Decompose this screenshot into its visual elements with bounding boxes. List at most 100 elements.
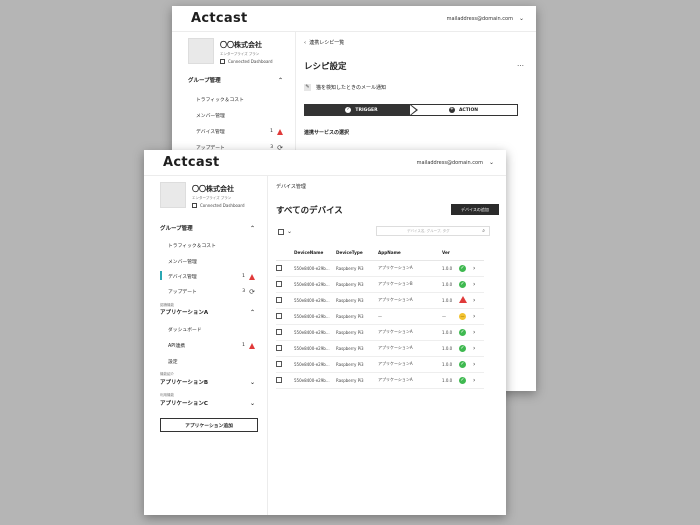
org-plan: エンタープライズ プラン bbox=[220, 52, 260, 56]
col-action bbox=[473, 245, 484, 261]
chevron-down-icon[interactable]: ⌄ bbox=[287, 228, 292, 235]
row-checkbox[interactable] bbox=[276, 264, 282, 271]
row-checkbox[interactable] bbox=[276, 360, 282, 367]
status-cell: ✓ bbox=[459, 356, 473, 373]
group-management-header[interactable]: グループ管理 ⌃ bbox=[188, 76, 283, 85]
recipe-name-label: 猫を検知したときのメール通知 bbox=[316, 85, 387, 91]
app-a-header[interactable]: アプリケーションA ⌃ bbox=[160, 308, 255, 317]
version-cell: — bbox=[442, 308, 459, 325]
connected-dashboard-link[interactable]: Connected Dashboard bbox=[220, 59, 273, 64]
row-checkbox[interactable] bbox=[276, 344, 282, 351]
row-checkbox[interactable] bbox=[276, 296, 282, 303]
row-checkbox[interactable] bbox=[276, 328, 282, 335]
status-cell: ✓ bbox=[459, 324, 473, 341]
breadcrumb[interactable]: ‹ 連携レシピ一覧 bbox=[304, 39, 344, 46]
sidebar-item-dashboard[interactable]: ダッシュボード bbox=[168, 326, 255, 333]
checkbox-cell bbox=[276, 324, 294, 341]
alert-count: 1 bbox=[242, 343, 245, 348]
chevron-down-icon: ⌄ bbox=[518, 15, 524, 22]
device-management-window: Actcast mailaddress@domain.com ⌄ 〇〇株式会社 … bbox=[144, 150, 506, 515]
chevron-right-icon[interactable]: › bbox=[473, 345, 475, 352]
actcast-logo[interactable]: Actcast bbox=[163, 155, 220, 170]
select-all-checkbox[interactable] bbox=[278, 228, 284, 235]
sidebar-item-traffic[interactable]: トラフィック＆コスト bbox=[168, 242, 255, 249]
search-icon[interactable]: ⌕ bbox=[482, 228, 485, 234]
table-row[interactable]: 550e8400-e29b... Raspberry Pi3 アプリケーションA 1.… bbox=[276, 324, 484, 341]
checkbox-cell bbox=[276, 260, 294, 277]
user-menu[interactable]: mailaddress@domain.com ⌄ bbox=[417, 159, 494, 166]
chevron-right-icon[interactable]: › bbox=[473, 377, 475, 384]
chevron-right-icon[interactable]: › bbox=[473, 361, 475, 368]
row-checkbox[interactable] bbox=[276, 312, 282, 319]
table-row[interactable]: 550e8400-e29b... Raspberry Pi3 アプリケーションA 1.… bbox=[276, 260, 484, 277]
row-checkbox[interactable] bbox=[276, 280, 282, 287]
table-row[interactable]: 550e8400-e29b... Raspberry Pi3 アプリケーションA 1.… bbox=[276, 356, 484, 373]
sidebar-item-api[interactable]: API連携 1 bbox=[168, 342, 255, 349]
status-ok-icon: ✓ bbox=[459, 344, 466, 352]
connected-dashboard-link[interactable]: Connected Dashboard bbox=[192, 203, 245, 208]
user-menu[interactable]: mailaddress@domain.com ⌄ bbox=[447, 15, 524, 22]
status-ok-icon: ✓ bbox=[459, 360, 466, 368]
device-type-cell: Raspberry Pi3 bbox=[336, 372, 378, 389]
device-type-cell: Raspberry Pi3 bbox=[336, 276, 378, 293]
status-ok-icon: ✓ bbox=[459, 376, 466, 384]
chevron-right-icon[interactable]: › bbox=[473, 281, 475, 288]
table-row[interactable]: 550e8400-e29b... Raspberry Pi3— — — › bbox=[276, 308, 484, 325]
sidebar-item-members[interactable]: メンバー管理 bbox=[168, 258, 255, 265]
col-app-name[interactable]: AppName bbox=[378, 245, 442, 261]
app-a-name: アプリケーションA bbox=[160, 310, 209, 316]
alert-triangle-icon bbox=[249, 273, 255, 280]
org-name: 〇〇株式会社 bbox=[220, 41, 262, 49]
org-plan: エンタープライズ プラン bbox=[192, 196, 232, 200]
app-name-cell: アプリケーションA bbox=[378, 356, 442, 373]
table-row[interactable]: 550e8400-e29b... Raspberry Pi3 アプリケーションA 1.… bbox=[276, 372, 484, 389]
sidebar-item-updates[interactable]: アップデート 3 ⟳ bbox=[168, 288, 255, 295]
version-cell: 1.0.0 bbox=[442, 356, 459, 373]
app-c-header[interactable]: アプリケーションC ⌄ bbox=[160, 399, 255, 408]
device-name-cell: 550e8400-e29b... bbox=[294, 356, 336, 373]
group-management-header[interactable]: グループ管理 ⌃ bbox=[160, 224, 255, 233]
chevron-up-icon: ⌃ bbox=[249, 308, 255, 316]
status-cell: ✓ bbox=[459, 260, 473, 277]
col-device-type[interactable]: DeviceType bbox=[336, 245, 378, 261]
action-cell: › bbox=[473, 356, 484, 373]
table-row[interactable]: 550e8400-e29b... Raspberry Pi3 アプリケーションA 1.… bbox=[276, 292, 484, 309]
sync-icon: ⟳ bbox=[249, 287, 255, 296]
col-device-name[interactable]: DeviceName bbox=[294, 245, 336, 261]
more-options-icon[interactable]: … bbox=[517, 60, 524, 68]
actcast-logo[interactable]: Actcast bbox=[191, 11, 248, 26]
alert-triangle-icon bbox=[249, 342, 255, 349]
chevron-right-icon[interactable]: › bbox=[473, 297, 475, 304]
device-search-input[interactable]: デバイス名, グループ, タグ ⌕ bbox=[376, 226, 490, 236]
alert-triangle-icon bbox=[277, 128, 283, 135]
group-header-label: グループ管理 bbox=[188, 78, 221, 84]
table-row[interactable]: 550e8400-e29b... Raspberry Pi3 アプリケーションA 1.… bbox=[276, 340, 484, 357]
trigger-step[interactable]: ✓ TRIGGER bbox=[304, 104, 419, 116]
action-step[interactable]: + ACTION bbox=[410, 104, 518, 116]
sidebar-item-members[interactable]: メンバー管理 bbox=[196, 112, 283, 119]
sidebar-item-settings[interactable]: 設定 bbox=[168, 358, 255, 365]
chevron-right-icon[interactable]: › bbox=[473, 329, 475, 336]
add-device-button[interactable]: デバイスの追加 bbox=[451, 204, 499, 215]
org-card: 〇〇株式会社 エンタープライズ プラン Connected Dashboard bbox=[160, 182, 245, 208]
edit-icon: ✎ bbox=[304, 84, 311, 91]
nav-label: 設定 bbox=[168, 360, 178, 365]
sidebar-item-devices[interactable]: デバイス管理 1 bbox=[196, 128, 283, 135]
chevron-right-icon[interactable]: › bbox=[473, 265, 475, 272]
sidebar-item-devices[interactable]: デバイス管理 1 bbox=[160, 271, 255, 280]
bulk-select[interactable]: ⌄ bbox=[278, 228, 292, 235]
action-cell: › bbox=[473, 276, 484, 293]
nav-label: デバイス管理 bbox=[168, 275, 197, 280]
app-name-cell: アプリケーションA bbox=[378, 260, 442, 277]
app-b-header[interactable]: アプリケーションB ⌄ bbox=[160, 378, 255, 387]
recipe-name[interactable]: ✎ 猫を検知したときのメール通知 bbox=[304, 84, 386, 91]
external-link-icon bbox=[220, 59, 225, 64]
col-version[interactable]: Ver bbox=[442, 245, 459, 261]
chevron-right-icon[interactable]: › bbox=[473, 313, 475, 320]
table-row[interactable]: 550e8400-e29b... Raspberry Pi3 アプリケーションB 1.… bbox=[276, 276, 484, 293]
device-name-cell: 550e8400-e29b... bbox=[294, 340, 336, 357]
action-cell: › bbox=[473, 308, 484, 325]
sidebar-item-traffic[interactable]: トラフィック＆コスト bbox=[196, 96, 283, 103]
add-application-button[interactable]: アプリケーション追加 bbox=[160, 418, 258, 432]
row-checkbox[interactable] bbox=[276, 376, 282, 383]
